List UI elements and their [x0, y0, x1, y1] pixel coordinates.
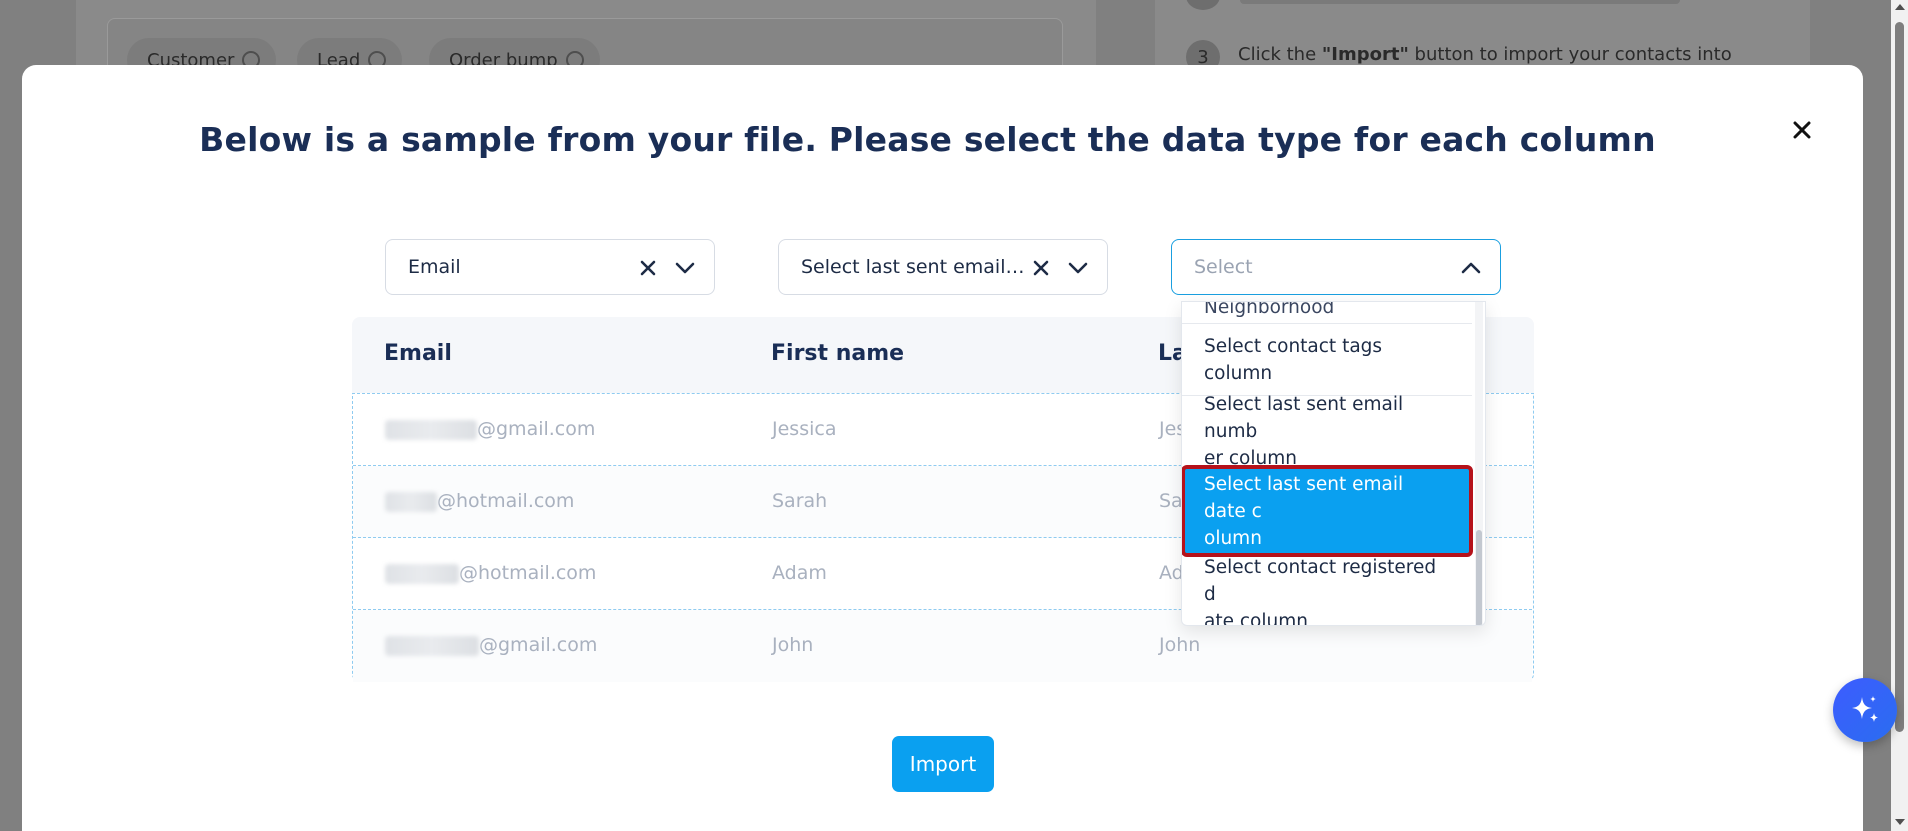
step-text-line: [1240, 0, 1680, 4]
redacted-email-blur: [385, 563, 459, 584]
option-label-line: Select last sent email numb: [1204, 394, 1404, 442]
column-mapping-modal: Below is a sample from your file. Please…: [22, 65, 1863, 831]
option-label: Neighborhood: [1204, 301, 1335, 318]
scroll-down-arrow-icon[interactable]: [1895, 819, 1905, 825]
option-label-line: Select last sent email date c: [1204, 473, 1404, 522]
ai-assistant-button[interactable]: [1833, 678, 1897, 742]
redacted-email-blur: [385, 635, 479, 656]
option-label: Select contact registered d ate column: [1204, 554, 1450, 626]
chevron-down-icon[interactable]: [674, 258, 696, 278]
email-cell: @gmail.com: [385, 418, 595, 440]
option-label-line: olumn: [1204, 527, 1262, 549]
dropdown-option-last-sent-email-number[interactable]: Select last sent email numb er column: [1182, 394, 1472, 469]
chevron-up-icon[interactable]: [1460, 258, 1482, 278]
email-cell: @gmail.com: [385, 634, 597, 656]
column-type-select-3[interactable]: Select: [1171, 239, 1501, 295]
option-label-line: ate column: [1204, 610, 1308, 626]
last-name-cell: John: [1159, 634, 1201, 656]
select-value: Select last sent email n…: [801, 256, 1043, 278]
clear-icon[interactable]: [1031, 258, 1051, 278]
column-header-first-name: First name: [771, 341, 905, 366]
scrollbar-thumb[interactable]: [1895, 22, 1904, 732]
email-cell: @hotmail.com: [385, 490, 574, 512]
first-name-cell: Sarah: [772, 490, 828, 512]
email-cell: @hotmail.com: [385, 562, 596, 584]
column-type-select-2[interactable]: Select last sent email n…: [778, 239, 1108, 295]
clear-icon[interactable]: [638, 258, 658, 278]
dropdown-option-neighborhood[interactable]: Neighborhood: [1182, 301, 1472, 324]
option-label: Select last sent email date c olumn: [1204, 471, 1450, 552]
sparkle-icon: [1852, 696, 1878, 722]
dropdown-option-contact-tags[interactable]: Select contact tags column: [1182, 324, 1472, 396]
column-type-select-1[interactable]: Email: [385, 239, 715, 295]
select-value: Email: [408, 256, 461, 278]
dropdown-scrollbar[interactable]: [1475, 302, 1483, 625]
chevron-down-icon[interactable]: [1067, 258, 1089, 278]
dropdown-option-contact-registered-date[interactable]: Select contact registered d ate column: [1182, 557, 1472, 626]
email-domain: @gmail.com: [479, 634, 598, 656]
redacted-email-blur: [385, 491, 437, 512]
import-button[interactable]: Import: [892, 736, 994, 792]
email-domain: @gmail.com: [477, 418, 596, 440]
step-text-post: button to import your contacts into: [1408, 44, 1732, 65]
dropdown-scrollbar-thumb[interactable]: [1476, 530, 1482, 625]
dropdown-option-last-sent-email-date[interactable]: Select last sent email date c olumn: [1182, 465, 1473, 557]
email-domain: @hotmail.com: [459, 562, 597, 584]
first-name-cell: John: [772, 634, 814, 656]
scroll-up-arrow-icon[interactable]: [1895, 4, 1905, 10]
modal-title: Below is a sample from your file. Please…: [199, 120, 1656, 159]
option-label: Select last sent email numb er column: [1204, 391, 1450, 472]
option-label-line: Select contact registered d: [1204, 556, 1437, 605]
step-text-bold: "Import": [1321, 44, 1409, 65]
redacted-email-blur: [385, 419, 477, 440]
option-label-line: Select contact tags column: [1204, 335, 1383, 384]
last-name-cell: Sa: [1159, 490, 1183, 512]
first-name-cell: Adam: [772, 562, 827, 584]
first-name-cell: Jessica: [772, 418, 837, 440]
column-type-dropdown-menu: Neighborhood Select contact tags column …: [1181, 301, 1486, 626]
column-header-email: Email: [384, 341, 452, 366]
close-icon: [1793, 121, 1811, 139]
step-text-pre: Click the: [1238, 44, 1322, 65]
option-label: Select contact tags column: [1204, 333, 1450, 387]
select-placeholder: Select: [1194, 256, 1253, 278]
email-domain: @hotmail.com: [437, 490, 575, 512]
close-button[interactable]: [1787, 115, 1817, 145]
